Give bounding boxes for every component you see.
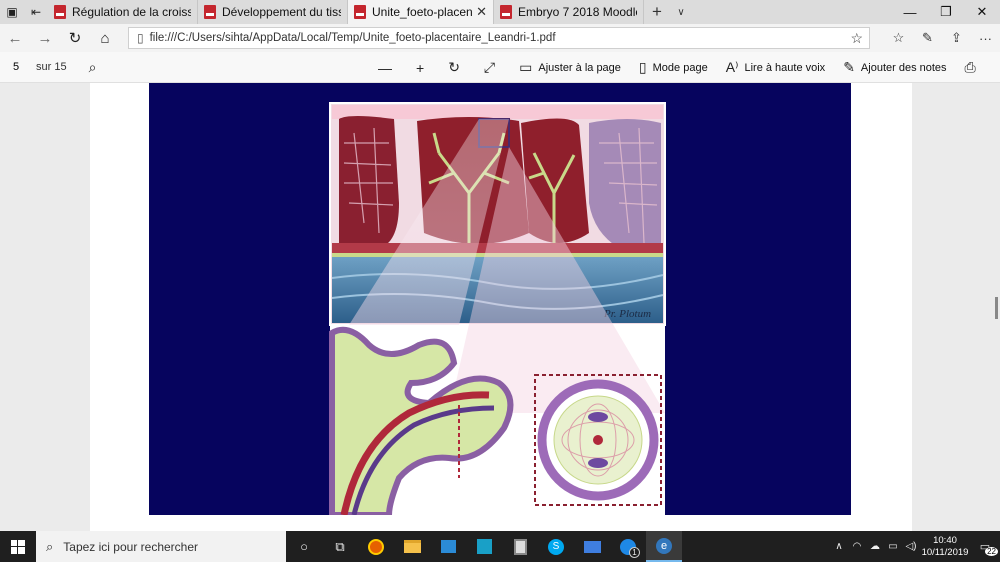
- zoom-in-icon[interactable]: +: [416, 60, 430, 76]
- browser-actions: ☆ ✎ ⇪ ···: [884, 24, 1000, 52]
- pen-icon: ✎: [843, 59, 855, 75]
- slide: Pr. Plotum: [149, 83, 851, 515]
- taskbar: ⌕ Tapez ici pour rechercher ○ ⧉ S 1 e ∧ …: [0, 531, 1000, 562]
- file-icon: ▯: [137, 31, 144, 45]
- forward-icon[interactable]: →: [30, 30, 60, 47]
- pdf-icon: [500, 5, 512, 19]
- close-window-icon[interactable]: ✕: [964, 0, 1000, 24]
- clock-time: 10:40: [933, 534, 957, 546]
- signature: Pr. Plotum: [603, 308, 651, 320]
- search-icon: ⌕: [46, 538, 54, 554]
- tab-unite-foeto-placentaire[interactable]: Unite_foeto-placentaire ✕: [348, 0, 494, 24]
- maximize-icon[interactable]: ❐: [928, 0, 964, 24]
- rotate-icon[interactable]: ↻: [448, 59, 466, 76]
- pdf-tools: — + ↻ ⤢ ▭ Ajuster à la page ▯ Mode page A⁾…: [378, 52, 1000, 83]
- chevron-up-icon[interactable]: ∧: [830, 541, 848, 552]
- pdf-toolbar: 5 sur 15 ⌕ — + ↻ ⤢ ▭ Ajuster à la page ▯ M…: [0, 52, 1000, 83]
- scrollbar-thumb[interactable]: [995, 297, 998, 319]
- page-mode-button[interactable]: ▯ Mode page: [639, 59, 708, 76]
- edge-icon[interactable]: e: [646, 531, 682, 562]
- task-view-icon[interactable]: ⧉: [322, 531, 358, 562]
- network-icon[interactable]: ◠: [848, 541, 866, 552]
- tab-regulation[interactable]: Régulation de la croissance: [48, 0, 198, 24]
- battery-icon[interactable]: ▭: [884, 541, 902, 552]
- skype-icon[interactable]: S: [538, 531, 574, 562]
- fullscreen-icon[interactable]: ⤢: [484, 59, 501, 76]
- notifications-count: 22: [985, 547, 998, 556]
- messenger-badge: 1: [629, 547, 640, 558]
- clock[interactable]: 10:40 10/11/2019: [920, 535, 970, 559]
- calculator-icon[interactable]: [502, 531, 538, 562]
- home-icon[interactable]: ⌂: [90, 30, 120, 47]
- notifications-icon[interactable]: ▭ 22: [970, 540, 1000, 556]
- store-icon[interactable]: [430, 531, 466, 562]
- onedrive-icon[interactable]: ☁: [866, 541, 884, 552]
- explorer-icon[interactable]: [394, 531, 430, 562]
- star-icon[interactable]: ☆: [850, 30, 863, 47]
- set-aside-tabs-icon[interactable]: ⇤: [24, 0, 48, 24]
- page-total: sur 15: [36, 61, 67, 73]
- taskbar-search-input[interactable]: ⌕ Tapez ici pour rechercher: [36, 531, 286, 562]
- pdf-icon: [204, 5, 216, 19]
- fit-page-icon: ▭: [519, 59, 533, 75]
- page-icon: ▯: [638, 59, 647, 75]
- page-number-input[interactable]: 5: [0, 57, 32, 77]
- messenger-icon[interactable]: 1: [610, 531, 646, 562]
- mail-icon[interactable]: [574, 531, 610, 562]
- address-input[interactable]: ▯ file:///C:/Users/sihta/AppData/Local/T…: [128, 27, 870, 49]
- clock-date: 10/11/2019: [921, 546, 969, 558]
- volume-icon[interactable]: ◁): [902, 541, 920, 552]
- back-icon[interactable]: ←: [0, 30, 30, 47]
- add-notes-button[interactable]: ✎ Ajouter des notes: [843, 59, 946, 76]
- zoom-out-icon[interactable]: —: [378, 60, 398, 76]
- share-icon[interactable]: ⇪: [942, 24, 971, 52]
- pdf-icon: [354, 5, 366, 19]
- minimize-icon[interactable]: —: [892, 0, 928, 24]
- address-bar-row: ← → ↻ ⌂ ▯ file:///C:/Users/sihta/AppData…: [0, 24, 1000, 52]
- placenta-illustration: Pr. Plotum: [329, 102, 666, 515]
- more-icon[interactable]: ···: [971, 24, 1000, 52]
- chevron-down-icon[interactable]: ∨: [670, 0, 692, 24]
- pdf-icon: [54, 5, 66, 19]
- read-aloud-icon: A⁾: [725, 59, 739, 75]
- tab-bar: ▣ ⇤ Régulation de la croissance Développ…: [0, 0, 1000, 24]
- close-icon[interactable]: ✕: [476, 4, 487, 20]
- tab-embryo[interactable]: Embryo 7 2018 Moodle.pdf: [494, 0, 644, 24]
- maps-icon[interactable]: [466, 531, 502, 562]
- pen-icon[interactable]: ✎: [913, 24, 942, 52]
- system-tray: ∧ ◠ ☁ ▭ ◁) 10:40 10/11/2019 ▭ 22: [830, 531, 1000, 562]
- url-text: file:///C:/Users/sihta/AppData/Local/Tem…: [149, 32, 556, 44]
- new-tab-icon[interactable]: +: [644, 0, 670, 24]
- tab-actions-icon[interactable]: ▣: [0, 0, 24, 24]
- favorites-icon[interactable]: ☆: [884, 24, 913, 52]
- windows-start-icon[interactable]: [0, 531, 36, 562]
- window-controls: — ❐ ✕: [892, 0, 1000, 24]
- tab-developpement[interactable]: Développement du tissu os:: [198, 0, 348, 24]
- search-icon[interactable]: ⌕: [89, 59, 97, 76]
- refresh-icon[interactable]: ↻: [60, 29, 90, 47]
- print-icon[interactable]: ⎙: [965, 59, 982, 76]
- fit-page-button[interactable]: ▭ Ajuster à la page: [519, 59, 621, 76]
- cortana-icon[interactable]: ○: [286, 531, 322, 562]
- firefox-icon[interactable]: [358, 531, 394, 562]
- read-aloud-button[interactable]: A⁾ Lire à haute voix: [726, 59, 826, 76]
